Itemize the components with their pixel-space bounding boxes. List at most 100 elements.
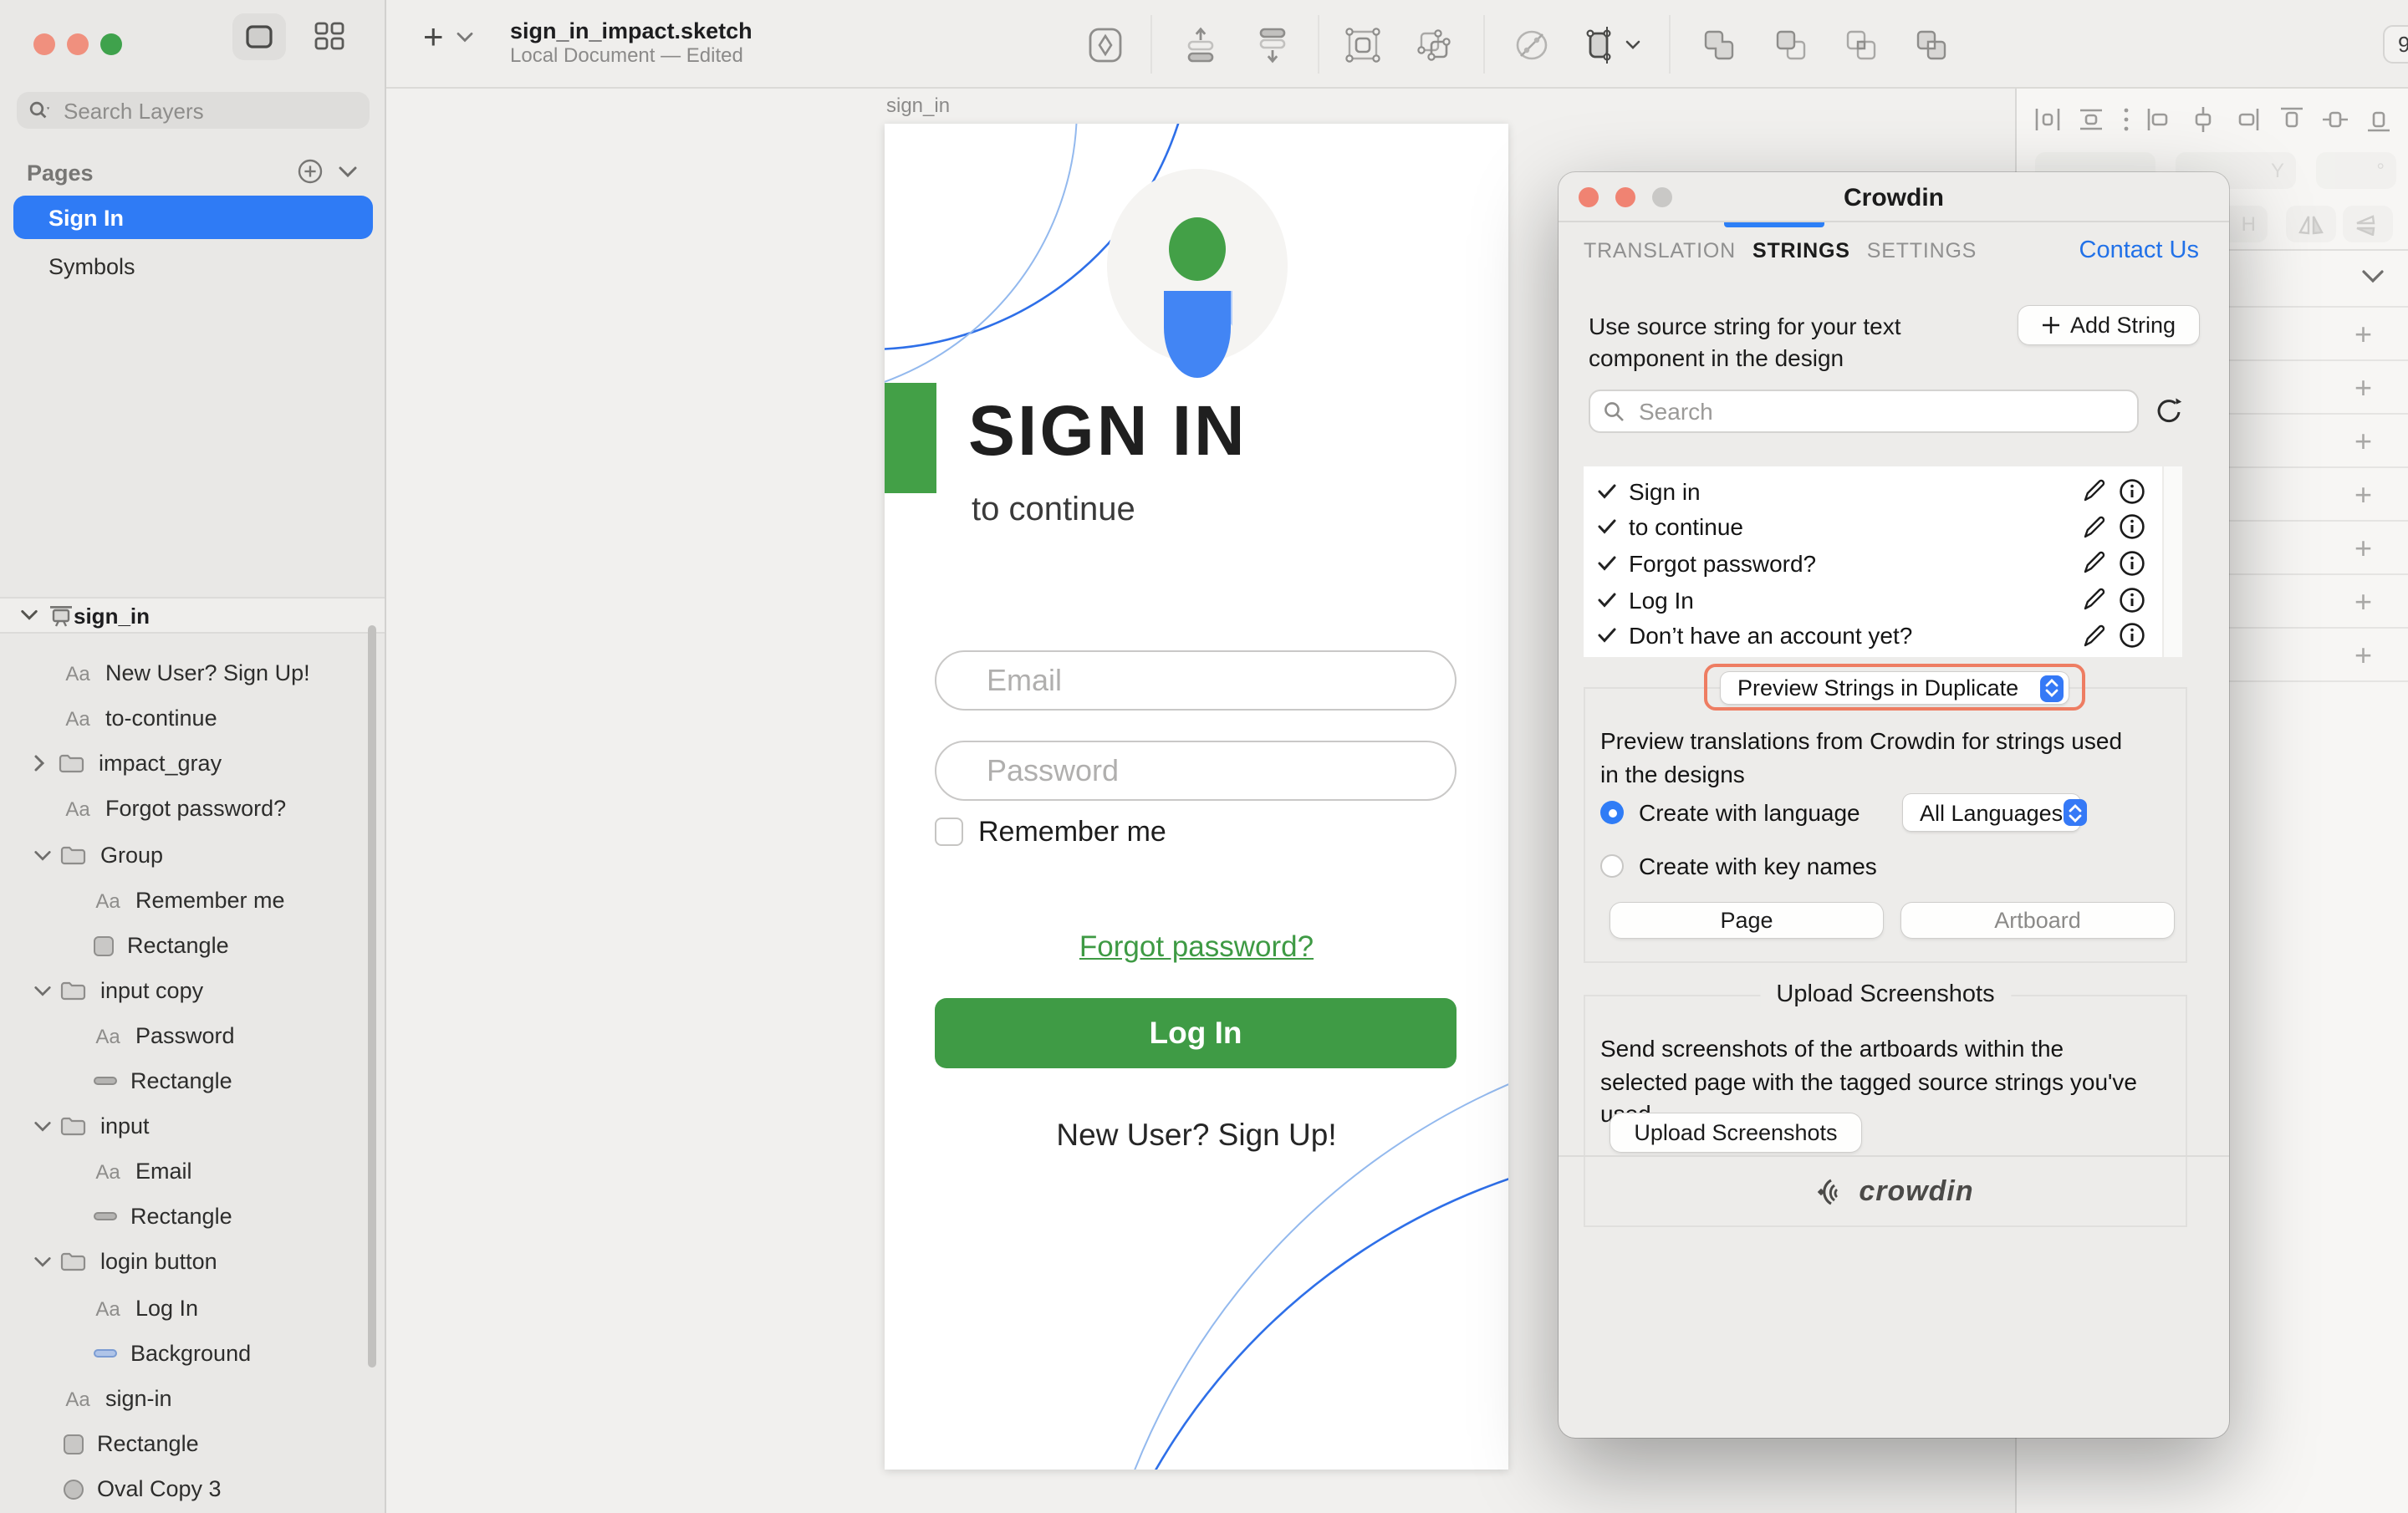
string-row[interactable]: Sign in (1584, 473, 2162, 509)
password-field[interactable] (935, 741, 1457, 801)
artboard-button[interactable]: Artboard (1901, 903, 2174, 938)
info-icon[interactable] (2119, 586, 2145, 613)
layer-row[interactable]: input (0, 1103, 366, 1149)
bring-forward-icon[interactable] (1184, 27, 1217, 64)
edit-pencil-icon[interactable] (2082, 587, 2107, 612)
align-right-icon[interactable] (2233, 104, 2262, 133)
crowdin-search-field[interactable] (1589, 390, 2139, 433)
artboard-title[interactable]: sign_in (886, 94, 950, 117)
align-bottom-icon[interactable] (2365, 104, 2393, 133)
log-in-button[interactable]: Log In (935, 998, 1457, 1068)
edit-pencil-icon[interactable] (2082, 515, 2107, 540)
layer-row[interactable]: AaEmail (0, 1149, 366, 1194)
add-style-button[interactable]: + (2354, 318, 2372, 353)
add-style-button[interactable]: + (2354, 585, 2372, 620)
layer-row[interactable]: AaNew User? Sign Up! (0, 650, 366, 695)
edit-pencil-icon[interactable] (2082, 479, 2107, 504)
layer-row[interactable]: AaLog In (0, 1286, 366, 1331)
language-dropdown[interactable]: All Languages (1903, 794, 2080, 831)
window-zoom-button[interactable] (100, 33, 122, 55)
boolean-difference-icon[interactable] (1913, 27, 1950, 64)
tab-translation[interactable]: TRANSLATION (1584, 232, 1736, 269)
boolean-subtract-icon[interactable] (1773, 27, 1809, 64)
add-style-button[interactable]: + (2354, 639, 2372, 674)
layer-row[interactable]: Rectangle (0, 1058, 366, 1103)
distribute-horizontally-icon[interactable] (2033, 104, 2062, 133)
upload-screenshots-button[interactable]: Upload Screenshots (1610, 1113, 1861, 1152)
sidebar-page-symbols[interactable]: Symbols (13, 244, 373, 288)
info-icon[interactable] (2119, 478, 2145, 505)
sidebar-scrollbar[interactable] (368, 625, 376, 1368)
transform-tool-icon[interactable] (1513, 27, 1550, 64)
search-layers-field[interactable] (17, 92, 370, 129)
password-input[interactable] (983, 751, 1408, 790)
preview-strings-dropdown[interactable]: Preview Strings in Duplicate (1721, 672, 2069, 704)
symbols-tool-icon[interactable] (1087, 27, 1124, 64)
align-top-icon[interactable] (2277, 104, 2305, 133)
add-page-icon[interactable] (298, 159, 323, 184)
grid-view-toggle[interactable] (304, 13, 355, 60)
chevron-down-icon[interactable] (33, 984, 52, 997)
chevron-down-icon[interactable] (33, 1119, 52, 1133)
string-row[interactable]: Forgot password? (1584, 545, 2162, 581)
edit-pencil-icon[interactable] (2082, 623, 2107, 648)
boolean-union-icon[interactable] (1701, 27, 1737, 64)
add-style-button[interactable]: + (2354, 532, 2372, 567)
add-style-button[interactable]: + (2354, 478, 2372, 513)
crowdin-titlebar[interactable]: Crowdin (1559, 172, 2229, 222)
window-close-button[interactable] (33, 33, 55, 55)
add-style-button[interactable]: + (2354, 425, 2372, 460)
send-backward-icon[interactable] (1256, 27, 1289, 64)
contact-us-link[interactable]: Contact Us (2079, 237, 2199, 264)
canvas-view-toggle[interactable] (232, 13, 286, 60)
create-with-language-option[interactable]: Create with language (1600, 799, 1860, 826)
info-icon[interactable] (2119, 622, 2145, 649)
forgot-password-link[interactable]: Forgot password? (885, 930, 1508, 965)
layer-row[interactable]: input copy (0, 968, 366, 1013)
add-string-button[interactable]: Add String (2018, 306, 2199, 344)
layer-row[interactable]: login button (0, 1239, 366, 1284)
tab-strings[interactable]: STRINGS (1752, 232, 1850, 269)
email-input[interactable] (983, 661, 1408, 700)
boolean-intersect-icon[interactable] (1843, 27, 1880, 64)
chevron-right-icon[interactable] (33, 754, 45, 772)
list-scrollbar[interactable] (2162, 466, 2182, 657)
string-row[interactable]: Log In (1584, 582, 2162, 618)
align-center-horizontal-icon[interactable] (2189, 104, 2217, 133)
remember-me-checkbox[interactable] (935, 818, 963, 846)
layer-row[interactable]: AaRemember me (0, 878, 366, 923)
chevron-down-icon[interactable] (33, 1255, 52, 1268)
window-minimize-button[interactable] (67, 33, 89, 55)
layer-row[interactable]: Aasign-in (0, 1376, 366, 1421)
email-field[interactable] (935, 650, 1457, 711)
layer-row[interactable]: Rectangle (0, 923, 366, 968)
layer-row[interactable]: Group (0, 833, 366, 878)
refresh-icon[interactable] (2154, 396, 2184, 426)
layer-row-artboard[interactable]: sign_in (0, 597, 385, 634)
crowdin-search-input[interactable] (1635, 396, 2070, 426)
align-middle-vertical-icon[interactable] (2321, 104, 2349, 133)
group-icon[interactable] (1344, 27, 1381, 64)
radio-unselected-icon[interactable] (1600, 854, 1624, 878)
layer-row[interactable]: Aato-continue (0, 695, 366, 741)
insert-chevron-icon[interactable] (457, 32, 474, 43)
info-icon[interactable] (2119, 514, 2145, 541)
flip-horizontal-button[interactable] (2286, 206, 2336, 242)
info-icon[interactable] (2119, 550, 2145, 577)
string-row[interactable]: to continue (1584, 509, 2162, 545)
search-layers-input[interactable] (60, 96, 311, 125)
add-style-button[interactable]: + (2354, 371, 2372, 406)
create-with-key-names-option[interactable]: Create with key names (1600, 853, 1877, 879)
insert-shape-tool[interactable] (1584, 25, 1640, 65)
sign-in-artboard[interactable]: SIGN IN to continue Remember me Forgot p… (885, 124, 1508, 1470)
layer-row[interactable]: AaPassword (0, 1013, 366, 1058)
chevron-down-icon[interactable] (33, 848, 52, 862)
zoom-level-dropdown[interactable]: 90% (2383, 25, 2408, 64)
edit-pencil-icon[interactable] (2082, 551, 2107, 576)
layer-row[interactable]: Rectangle (0, 1194, 366, 1239)
sign-up-text[interactable]: New User? Sign Up! (885, 1117, 1508, 1154)
layer-row[interactable]: Oval Copy 3 (0, 1466, 366, 1511)
layer-row[interactable]: impact_gray (0, 741, 366, 786)
layer-row[interactable]: AaForgot password? (0, 786, 366, 831)
insert-plus-button[interactable]: + (423, 20, 444, 55)
